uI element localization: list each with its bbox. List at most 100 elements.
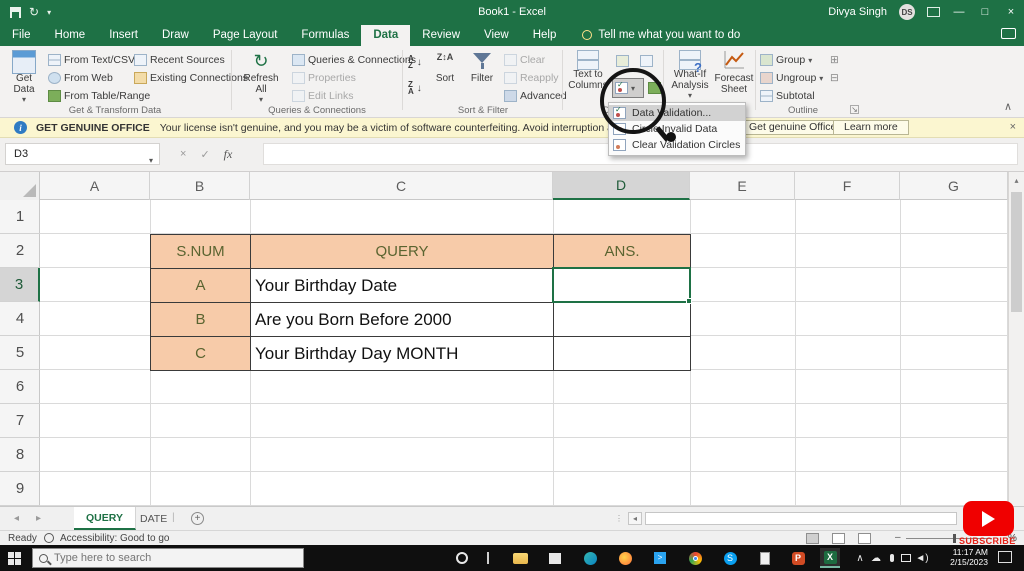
cell-d4[interactable] xyxy=(554,303,691,337)
firefox-icon[interactable] xyxy=(615,548,635,568)
notepad-icon[interactable] xyxy=(755,548,775,568)
taskbar-search[interactable] xyxy=(32,548,304,568)
tab-file[interactable]: File xyxy=(0,25,43,46)
insert-function-icon[interactable]: fx xyxy=(224,147,233,162)
user-name[interactable]: Divya Singh xyxy=(828,6,887,18)
row-header-5[interactable]: 5 xyxy=(0,336,40,370)
tab-scroll-split-handle[interactable]: ⋮ xyxy=(615,514,624,523)
from-table-range-button[interactable]: From Table/Range xyxy=(48,88,150,104)
normal-view-button[interactable] xyxy=(806,533,819,544)
tab-page-layout[interactable]: Page Layout xyxy=(201,25,290,46)
what-if-analysis-button[interactable]: ? What-If Analysis ▾ xyxy=(668,48,712,102)
row-header-8[interactable]: 8 xyxy=(0,438,40,472)
column-header-e[interactable]: E xyxy=(690,172,795,200)
tab-formulas[interactable]: Formulas xyxy=(289,25,361,46)
tab-home[interactable]: Home xyxy=(43,25,98,46)
outline-dialog-launcher-icon[interactable]: ↘ xyxy=(850,105,859,114)
sort-az-icon[interactable]: A Z ↓ xyxy=(408,54,422,70)
vscode-icon[interactable]: > xyxy=(650,548,670,568)
cell-c3[interactable]: Your Birthday Date xyxy=(251,269,554,303)
queries-connections-button[interactable]: Queries & Connections xyxy=(292,52,416,68)
horizontal-scrollbar[interactable] xyxy=(645,512,957,525)
excel-taskbar-icon[interactable]: X xyxy=(820,548,840,568)
tab-help[interactable]: Help xyxy=(521,25,569,46)
cell-c2[interactable]: QUERY xyxy=(251,235,554,269)
remove-duplicates-button[interactable] xyxy=(640,53,653,69)
hscroll-left-icon[interactable]: ◂ xyxy=(628,512,642,525)
cell-d2[interactable]: ANS. xyxy=(554,235,691,269)
vertical-scrollbar[interactable]: ▴ xyxy=(1008,172,1024,506)
cell-d5[interactable] xyxy=(554,337,691,371)
row-header-9[interactable]: 9 xyxy=(0,472,40,506)
banner-close-icon[interactable]: × xyxy=(1010,121,1016,133)
column-header-b[interactable]: B xyxy=(150,172,250,200)
taskbar-clock[interactable]: 11:17 AM 2/15/2023 xyxy=(936,547,988,567)
recent-sources-button[interactable]: Recent Sources xyxy=(134,52,225,68)
cell-b5[interactable]: C xyxy=(151,337,251,371)
new-sheet-icon[interactable]: + xyxy=(191,512,204,525)
tab-insert[interactable]: Insert xyxy=(97,25,150,46)
skype-icon[interactable]: S xyxy=(720,548,740,568)
subscribe-label[interactable]: SUBSCRIBE xyxy=(959,536,1016,546)
tell-me-box[interactable]: Tell me what you want to do xyxy=(568,25,750,46)
row-header-1[interactable]: 1 xyxy=(0,200,40,234)
tab-view[interactable]: View xyxy=(472,25,521,46)
filter-button[interactable]: Filter xyxy=(464,48,500,85)
tab-draw[interactable]: Draw xyxy=(150,25,201,46)
zoom-slider-handle[interactable] xyxy=(953,534,956,543)
flash-fill-button[interactable] xyxy=(616,53,629,69)
ribbon-display-options-icon[interactable] xyxy=(927,7,940,17)
sort-za-icon[interactable]: Z A ↓ xyxy=(408,80,422,96)
confirm-entry-icon[interactable]: ✓ xyxy=(200,148,209,161)
page-layout-view-button[interactable] xyxy=(832,533,845,544)
collapse-ribbon-icon[interactable]: ∧ xyxy=(1004,100,1012,113)
task-view-icon[interactable] xyxy=(478,548,498,568)
chrome-icon[interactable] xyxy=(685,548,705,568)
column-header-c[interactable]: C xyxy=(250,172,553,200)
refresh-all-button[interactable]: ↻ Refresh All ▾ xyxy=(238,48,284,106)
column-header-d[interactable]: D xyxy=(553,172,690,200)
cell-c5[interactable]: Your Birthday Day MONTH xyxy=(251,337,554,371)
from-web-button[interactable]: From Web xyxy=(48,70,113,86)
name-box-caret-icon[interactable]: ▾ xyxy=(149,151,153,171)
vertical-scroll-thumb[interactable] xyxy=(1011,192,1022,312)
avatar[interactable]: DS xyxy=(899,4,915,20)
advanced-filter-button[interactable]: Advanced xyxy=(504,88,567,104)
sort-button[interactable]: Z↕A Sort xyxy=(428,48,462,85)
sheet-nav-left-icon[interactable]: ◂ xyxy=(14,513,19,524)
comments-icon[interactable] xyxy=(1001,28,1016,39)
cell-b4[interactable]: B xyxy=(151,303,251,337)
sheet-tab-query[interactable]: QUERY xyxy=(74,507,136,530)
page-break-view-button[interactable] xyxy=(858,533,871,544)
row-header-3[interactable]: 3 xyxy=(0,268,40,302)
tab-data[interactable]: Data xyxy=(361,25,411,46)
menu-item-clear-validation-circles[interactable]: Clear Validation Circles xyxy=(609,137,745,153)
get-data-button[interactable]: Get Data ▾ xyxy=(4,48,44,106)
action-center-icon[interactable] xyxy=(998,551,1012,563)
row-header-7[interactable]: 7 xyxy=(0,404,40,438)
cortana-icon[interactable] xyxy=(452,548,472,568)
store-icon[interactable] xyxy=(545,548,565,568)
subtotal-button[interactable]: Subtotal xyxy=(760,88,815,104)
group-button[interactable]: Group ▾ xyxy=(760,52,812,68)
powerpoint-icon[interactable]: P xyxy=(788,548,808,568)
speaker-icon[interactable]: ◄) xyxy=(912,548,932,568)
row-header-2[interactable]: 2 xyxy=(0,234,40,268)
cell-b3[interactable]: A xyxy=(151,269,251,303)
learn-more-button[interactable]: Learn more xyxy=(833,120,909,135)
ungroup-button[interactable]: Ungroup ▾ xyxy=(760,70,823,86)
get-genuine-office-button[interactable]: Get genuine Office xyxy=(738,120,848,135)
cell-c4[interactable]: Are you Born Before 2000 xyxy=(251,303,554,337)
forecast-sheet-button[interactable]: Forecast Sheet xyxy=(714,48,754,95)
maximize-button[interactable]: □ xyxy=(978,6,992,18)
column-header-f[interactable]: F xyxy=(795,172,900,200)
select-all-corner[interactable] xyxy=(0,172,40,200)
cell-b2[interactable]: S.NUM xyxy=(151,235,251,269)
scroll-up-icon[interactable]: ▴ xyxy=(1009,172,1024,185)
accessibility-status[interactable]: Accessibility: Good to go xyxy=(60,533,170,544)
youtube-play-button[interactable] xyxy=(963,501,1014,536)
cancel-entry-icon[interactable]: × xyxy=(180,148,186,160)
from-text-csv-button[interactable]: From Text/CSV xyxy=(48,52,135,68)
name-box[interactable]: D3 ▾ xyxy=(5,143,160,165)
row-header-4[interactable]: 4 xyxy=(0,302,40,336)
